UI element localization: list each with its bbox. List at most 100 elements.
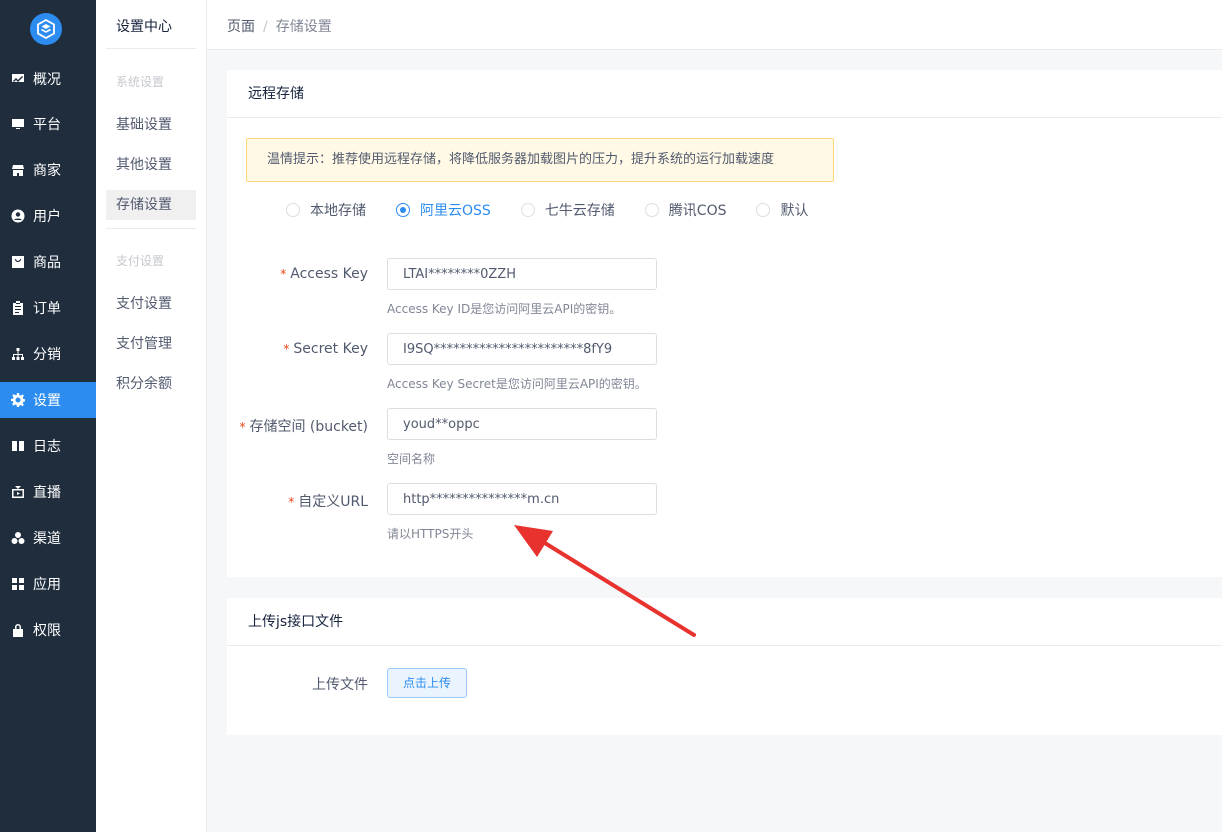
radio-label: 七牛云存储	[544, 203, 615, 219]
label-text: 自定义URL	[298, 494, 368, 510]
submenu-divider	[106, 228, 196, 229]
card-title: 远程存储	[227, 70, 1222, 118]
upload-js-card: 上传js接口文件 上传文件 点击上传	[227, 598, 1222, 735]
nav-item-label: 用户	[33, 209, 61, 225]
monitor-icon	[11, 117, 25, 131]
breadcrumb-root[interactable]: 页面	[227, 19, 255, 35]
custom-url-label: * 自定义URL	[288, 491, 368, 511]
bucket-label: * 存储空间 (bucket)	[239, 416, 368, 436]
nav-item-label: 商家	[33, 163, 61, 179]
radio-dot[interactable]	[520, 203, 535, 217]
nav-item-label: 设置	[33, 393, 61, 409]
nav-item-goods[interactable]: 商品	[0, 244, 96, 280]
submenu-item-other[interactable]: 其他设置	[106, 150, 196, 180]
radio-qiniu-storage[interactable]: 七牛云存储	[520, 200, 615, 220]
nav-item-label: 商品	[33, 255, 61, 271]
radio-label: 本地存储	[310, 203, 366, 219]
nav-item-channel[interactable]: 渠道	[0, 520, 96, 556]
access-key-label: * Access Key	[280, 266, 368, 282]
store-icon	[11, 163, 25, 177]
access-key-help: Access Key ID是您访问阿里云API的密钥。	[387, 302, 622, 316]
custom-url-input[interactable]	[387, 483, 657, 515]
upload-button[interactable]: 点击上传	[387, 668, 467, 698]
required-mark: *	[283, 342, 290, 356]
lock-icon	[11, 623, 25, 637]
nav-item-merchant[interactable]: 商家	[0, 152, 96, 188]
bucket-help: 空间名称	[387, 452, 436, 466]
nav-item-permission[interactable]: 权限	[0, 612, 96, 648]
overview-icon	[11, 72, 25, 86]
submenu-item-payment-settings[interactable]: 支付设置	[106, 289, 196, 319]
nav-item-label: 渠道	[33, 531, 61, 547]
nav-item-user[interactable]: 用户	[0, 198, 96, 234]
radio-aliyun-oss[interactable]: 阿里云OSS	[396, 200, 491, 220]
radio-tencent-cos[interactable]: 腾讯COS	[644, 200, 727, 220]
radio-dot[interactable]	[396, 203, 410, 217]
nav-item-log[interactable]: 日志	[0, 428, 96, 464]
grid-icon	[11, 577, 25, 591]
secret-key-label: * Secret Key	[283, 341, 368, 357]
bag-icon	[11, 255, 25, 269]
breadcrumb: 页面 / 存储设置	[227, 16, 332, 36]
main-nav: 概况 平台 商家 用户 商品 订单 分销 设置 日志 直播 渠道 应用 权限	[0, 0, 96, 832]
nav-item-platform[interactable]: 平台	[0, 106, 96, 142]
app-logo-icon[interactable]	[30, 13, 62, 45]
nav-item-live[interactable]: 直播	[0, 474, 96, 510]
nav-item-label: 应用	[33, 577, 61, 593]
radio-dot[interactable]	[644, 203, 659, 217]
label-text: Secret Key	[293, 341, 368, 357]
submenu-item-payment-manage[interactable]: 支付管理	[106, 329, 196, 359]
required-mark: *	[239, 420, 246, 434]
cluster-icon	[11, 531, 25, 545]
submenu-item-storage[interactable]: 存储设置	[106, 190, 196, 220]
clipboard-icon	[11, 301, 25, 315]
radio-local-storage[interactable]: 本地存储	[286, 200, 366, 220]
label-text: 存储空间 (bucket)	[249, 419, 368, 435]
radio-label: 腾讯COS	[668, 203, 727, 219]
nav-item-label: 权限	[33, 623, 61, 639]
required-mark: *	[280, 267, 287, 281]
top-bar: 页面 / 存储设置	[207, 0, 1222, 50]
nav-item-order[interactable]: 订单	[0, 290, 96, 326]
submenu-item-points-balance[interactable]: 积分余额	[106, 369, 196, 399]
gear-icon	[11, 393, 25, 407]
nav-item-label: 订单	[33, 301, 61, 317]
radio-dot[interactable]	[756, 203, 771, 217]
nav-item-label: 概况	[33, 72, 61, 88]
access-key-input[interactable]	[387, 258, 657, 290]
breadcrumb-separator: /	[263, 19, 268, 35]
submenu-group-payment: 支付设置	[116, 254, 165, 268]
required-mark: *	[288, 495, 295, 509]
radio-default[interactable]: 默认	[756, 200, 808, 220]
nav-item-apps[interactable]: 应用	[0, 566, 96, 602]
secret-key-input[interactable]	[387, 333, 657, 365]
custom-url-help: 请以HTTPS开头	[387, 527, 474, 541]
tv-icon	[11, 485, 25, 499]
user-icon	[11, 209, 25, 223]
hierarchy-icon	[11, 347, 25, 361]
nav-item-label: 直播	[33, 485, 61, 501]
storage-type-radio-group: 本地存储 阿里云OSS 七牛云存储 腾讯COS 默认	[286, 200, 838, 220]
card-title: 上传js接口文件	[227, 598, 1222, 646]
breadcrumb-current: 存储设置	[275, 19, 332, 35]
nav-item-overview[interactable]: 概况	[0, 61, 96, 97]
secret-key-help: Access Key Secret是您访问阿里云API的密钥。	[387, 377, 647, 391]
submenu-divider	[106, 48, 196, 49]
tip-alert: 温情提示：推荐使用远程存储，将降低服务器加载图片的压力，提升系统的运行加载速度	[246, 138, 834, 182]
label-text: Access Key	[290, 266, 368, 282]
radio-label: 阿里云OSS	[420, 203, 491, 219]
remote-storage-card: 远程存储 温情提示：推荐使用远程存储，将降低服务器加载图片的压力，提升系统的运行…	[227, 70, 1222, 577]
bucket-input[interactable]	[387, 408, 657, 440]
nav-item-settings[interactable]: 设置	[0, 382, 96, 418]
upload-label: 上传文件	[312, 677, 368, 693]
submenu-title: 设置中心	[116, 19, 172, 35]
submenu-group-system: 系统设置	[116, 75, 165, 89]
nav-item-distribution[interactable]: 分销	[0, 336, 96, 372]
nav-item-label: 平台	[33, 117, 61, 133]
settings-submenu: 设置中心 系统设置 基础设置 其他设置 存储设置 支付设置 支付设置 支付管理 …	[96, 0, 207, 832]
radio-dot[interactable]	[286, 203, 300, 217]
radio-label: 默认	[780, 203, 809, 219]
nav-item-label: 日志	[33, 439, 61, 455]
submenu-item-basic[interactable]: 基础设置	[106, 110, 196, 140]
nav-item-label: 分销	[33, 347, 61, 363]
